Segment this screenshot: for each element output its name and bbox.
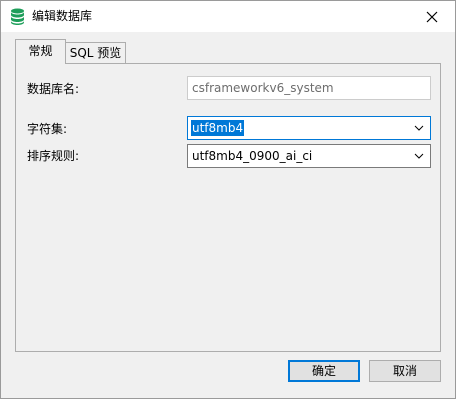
collation-value: utf8mb4_0900_ai_ci	[192, 149, 313, 163]
database-name-field[interactable]: csframeworkv6_system	[187, 76, 431, 100]
collation-label: 排序规则:	[27, 149, 80, 163]
database-icon	[10, 8, 25, 25]
ok-button[interactable]: 确定	[288, 360, 360, 382]
chevron-down-icon	[414, 153, 424, 159]
cancel-button[interactable]: 取消	[369, 360, 441, 382]
close-button[interactable]	[409, 1, 455, 32]
chevron-down-icon	[414, 125, 424, 131]
charset-value: utf8mb4	[191, 120, 245, 136]
tab-general[interactable]: 常规	[15, 39, 66, 64]
charset-label: 字符集:	[27, 122, 68, 136]
edit-database-dialog: 编辑数据库 常规 SQL 预览 数据库名: csframeworkv6_syst…	[0, 0, 456, 399]
database-name-value: csframeworkv6_system	[192, 81, 334, 95]
window-title: 编辑数据库	[32, 9, 93, 23]
database-name-label: 数据库名:	[27, 82, 80, 96]
title-bar[interactable]: 编辑数据库	[1, 1, 455, 32]
collation-select[interactable]: utf8mb4_0900_ai_ci	[187, 144, 431, 168]
close-icon	[426, 11, 438, 23]
charset-select[interactable]: utf8mb4	[187, 116, 431, 140]
general-tab-panel	[15, 63, 441, 352]
tab-sql-preview[interactable]: SQL 预览	[66, 42, 126, 64]
